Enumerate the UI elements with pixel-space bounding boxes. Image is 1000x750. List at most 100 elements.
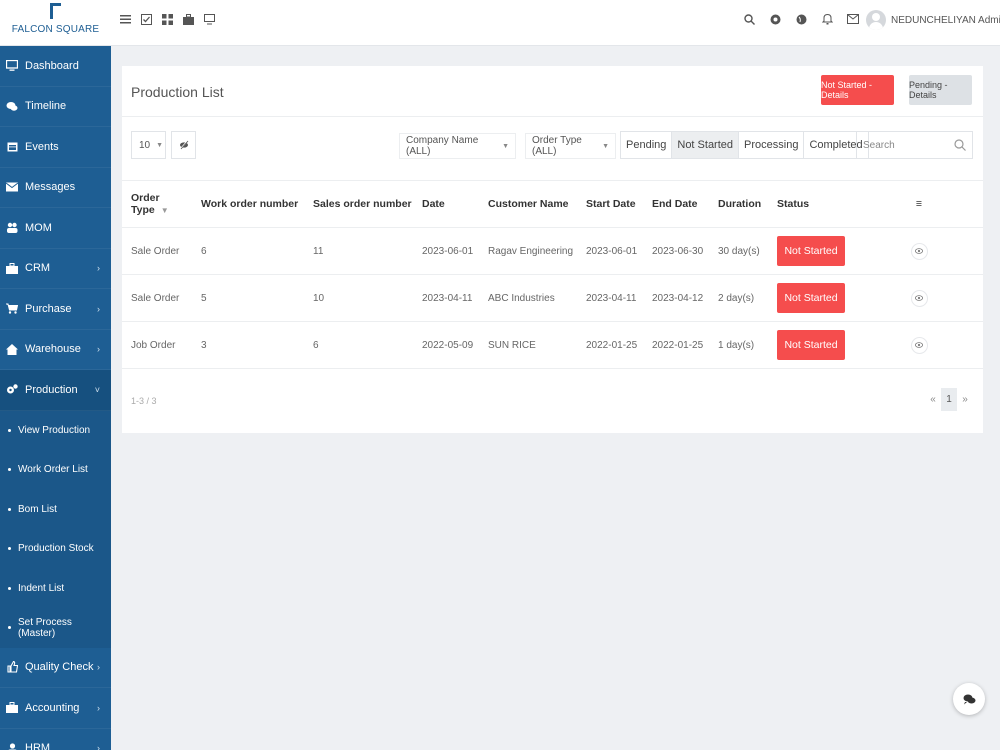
chevron-icon: › (97, 662, 100, 673)
table-row[interactable]: Sale Order 6 11 2023-06-01 Ragav Engineering… (122, 227, 983, 275)
table-cell: Not Started (768, 227, 847, 275)
pagination-page[interactable]: 1 (941, 388, 957, 411)
avatar[interactable] (866, 10, 886, 30)
filter-tab-processing[interactable]: Processing (739, 132, 805, 158)
column-menu-header[interactable]: ≡ (847, 180, 983, 228)
column-header-label: Order Type (131, 192, 160, 216)
view-button[interactable] (910, 242, 928, 260)
filter-tab-not-started[interactable]: Not Started (672, 132, 740, 158)
table-cell: 2023-04-11 (577, 274, 643, 322)
sidebar-item-mom[interactable]: MOM (0, 208, 111, 249)
order-type-filter-select[interactable]: Order Type (ALL) ▼ (525, 133, 616, 159)
sidebar-item-messages[interactable]: Messages (0, 168, 111, 208)
view-button[interactable] (910, 336, 928, 354)
sidebar-subitem-set-process-master[interactable]: Set Process (Master) (0, 608, 111, 648)
chat-icon (6, 100, 18, 112)
table-cell: 5 (192, 274, 304, 322)
bell-icon[interactable] (820, 12, 834, 26)
sidebar-item-events[interactable]: Events (0, 127, 111, 168)
chevron-icon: › (97, 303, 100, 314)
bullet-icon (8, 507, 11, 511)
home-icon (6, 343, 18, 355)
status-badge[interactable]: Not Started (777, 236, 845, 266)
column-header[interactable]: Order Type ▼ (122, 180, 192, 228)
brand-logo[interactable]: FALCON SQUARE (0, 0, 111, 46)
row-actions-cell (847, 321, 983, 369)
column-header[interactable]: End Date (643, 180, 709, 228)
table-cell: SUN RICE (479, 321, 577, 369)
bullet-icon (8, 547, 11, 551)
column-header[interactable]: Customer Name (479, 180, 577, 228)
search-input[interactable]: Search (856, 131, 973, 159)
table-cell: 3 (192, 321, 304, 369)
column-header-label: Work order number (201, 198, 299, 210)
view-button[interactable] (910, 289, 928, 307)
cart-icon (6, 303, 18, 315)
table-body: Sale Order 6 11 2023-06-01 Ragav Engineering… (122, 227, 983, 369)
sidebar-subitem-label: View Production (18, 424, 91, 436)
header-actions (742, 12, 860, 26)
table-row[interactable]: Sale Order 5 10 2023-04-11 ABC Industries 202… (122, 274, 983, 322)
sidebar-subitem-view-production[interactable]: View Production (0, 410, 111, 450)
sidebar-item-dashboard[interactable]: Dashboard (0, 46, 111, 87)
column-header-label: ≡ (915, 198, 923, 210)
chevron-icon: › (97, 702, 100, 713)
column-visibility-button[interactable] (171, 131, 196, 159)
sidebar-item-purchase[interactable]: Purchase › (0, 289, 111, 330)
sidebar-subitem-label: Work Order List (18, 464, 88, 476)
sidebar-item-timeline[interactable]: Timeline (0, 87, 111, 127)
chevron-icon: ˅ (94, 384, 100, 395)
globe-icon[interactable] (794, 12, 808, 26)
status-badge[interactable]: Not Started (777, 283, 845, 313)
pagination-prev[interactable]: « (925, 388, 941, 411)
column-header[interactable]: Date (413, 180, 479, 228)
order-type-filter-value: Order Type (ALL) (532, 135, 582, 157)
column-header[interactable]: Status (768, 180, 847, 228)
column-header[interactable]: Sales order number (304, 180, 413, 228)
sidebar-item-quality-check[interactable]: Quality Check › (0, 648, 111, 688)
user-menu[interactable]: NEDUNCHELIYAN Admin ▾ (891, 15, 1000, 26)
settings-icon[interactable] (768, 12, 782, 26)
sidebar-item-crm[interactable]: CRM › (0, 249, 111, 289)
table-cell: 10 (304, 274, 413, 322)
chat-icon (963, 694, 975, 705)
production-table: Order Type ▼ Work order number Sales order … (122, 180, 983, 369)
company-filter-select[interactable]: Company Name (ALL) ▼ (399, 133, 516, 159)
page-length-select[interactable]: 10 ▼ (131, 131, 166, 159)
sidebar-subitem-work-order-list[interactable]: Work Order List (0, 450, 111, 490)
pagination-next[interactable]: » (957, 388, 973, 411)
sidebar-item-hrm[interactable]: HRM › (0, 729, 111, 750)
filter-tab-pending[interactable]: Pending (621, 132, 673, 158)
sidebar-subitem-indent-list[interactable]: Indent List (0, 568, 111, 608)
column-header[interactable]: Start Date (577, 180, 643, 228)
sort-icon[interactable]: ▼ (161, 206, 169, 215)
table-cell: 2022-01-25 (643, 321, 709, 369)
sidebar-item-accounting[interactable]: Accounting › (0, 688, 111, 729)
status-badge[interactable]: Not Started (777, 330, 845, 360)
column-header-label: Customer Name (488, 198, 569, 210)
mail-icon[interactable] (846, 12, 860, 26)
sidebar-item-production[interactable]: Production ˅ (0, 370, 111, 411)
sidebar-item-label: HRM (25, 742, 51, 750)
pending-details-button[interactable]: Pending - Details (909, 75, 972, 105)
grid-icon[interactable] (162, 14, 173, 25)
table-row[interactable]: Job Order 3 6 2022-05-09 SUN RICE 2022-01-25 2… (122, 321, 983, 369)
search-icon[interactable] (742, 12, 756, 26)
briefcase-icon[interactable] (183, 14, 194, 25)
list-icon[interactable] (120, 14, 131, 25)
chat-button[interactable] (953, 683, 985, 715)
monitor-icon[interactable] (204, 14, 215, 25)
sidebar-item-warehouse[interactable]: Warehouse › (0, 330, 111, 370)
sidebar-subitem-production-stock[interactable]: Production Stock (0, 529, 111, 569)
table-cell: 6 (192, 227, 304, 275)
sidebar-item-label: Events (25, 140, 59, 153)
column-header-label: Duration (718, 198, 762, 210)
column-header[interactable]: Duration (709, 180, 768, 228)
not-started-details-button[interactable]: Not Started - Details (821, 75, 894, 105)
search-icon (954, 139, 966, 151)
check-square-icon[interactable] (141, 14, 152, 25)
bullet-icon (8, 586, 11, 590)
sidebar-subitem-label: Set Process (Master) (17, 616, 72, 639)
sidebar-subitem-bom-list[interactable]: Bom List (0, 489, 111, 529)
column-header[interactable]: Work order number (192, 180, 304, 228)
